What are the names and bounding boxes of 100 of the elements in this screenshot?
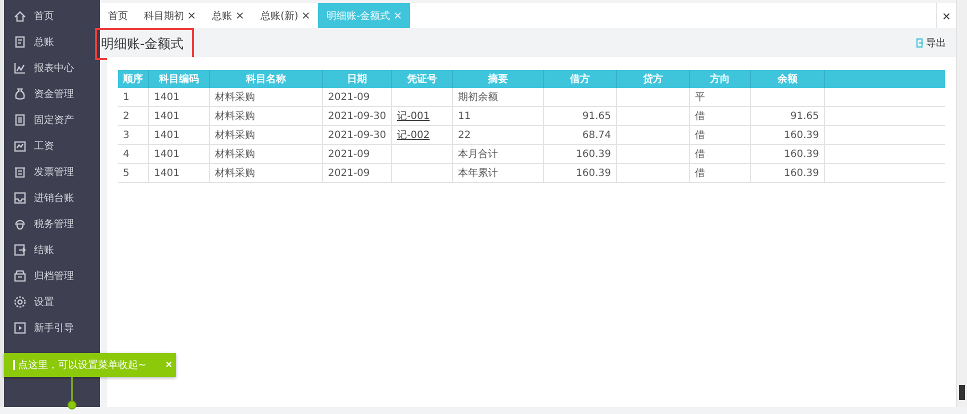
- table-cell: 91.65: [790, 110, 819, 122]
- sidebar-item[interactable]: 税务管理: [4, 211, 100, 237]
- sidebar-item-label[interactable]: 结账: [34, 243, 54, 257]
- table-cell: 160.39: [784, 168, 819, 178]
- table-cell: 91.65: [582, 110, 611, 122]
- inbox-icon: [13, 191, 27, 205]
- ledger-icon: [13, 35, 27, 49]
- sidebar-item[interactable]: 设置: [4, 289, 100, 315]
- checkout-icon: [13, 243, 27, 257]
- archive-icon: [13, 269, 27, 283]
- column-header: 余额: [750, 70, 824, 88]
- sidebar-item-label[interactable]: 首页: [34, 9, 54, 23]
- table-cell: 4: [123, 148, 130, 160]
- column-header: 凭证号: [392, 70, 452, 88]
- sidebar-item-label[interactable]: 发票管理: [34, 165, 74, 179]
- sidebar-item[interactable]: 进销台账: [4, 185, 100, 211]
- play-icon: [13, 321, 27, 335]
- table-cell: 材料采购: [215, 168, 255, 179]
- tab[interactable]: 总账 ×: [204, 3, 252, 28]
- invoice-icon: [13, 165, 27, 179]
- scrollbar-thumb[interactable]: [959, 385, 965, 400]
- scrollbar[interactable]: [956, 0, 967, 407]
- table-cell: 借: [695, 111, 705, 122]
- tab[interactable]: 科目期初 ×: [136, 3, 204, 28]
- table-cell: 期初余额: [458, 92, 498, 103]
- tooltip-marker: [13, 360, 15, 370]
- sidebar-item[interactable]: 归档管理: [4, 263, 100, 289]
- table-cell: 借: [695, 130, 705, 141]
- sidebar-item[interactable]: 工资: [4, 133, 100, 159]
- table-cell: 160.39: [784, 148, 819, 160]
- money-bag-icon: [13, 87, 27, 101]
- export-link[interactable]: 导出: [915, 36, 946, 50]
- column-header: 顺序: [118, 70, 148, 88]
- sidebar-item-label[interactable]: 设置: [34, 295, 54, 309]
- table-cell: 5: [123, 168, 130, 178]
- table-cell: 2021-09: [328, 168, 370, 178]
- table-cell: 材料采购: [215, 92, 255, 103]
- voucher-link[interactable]: 记-002: [397, 130, 430, 141]
- tab-label[interactable]: 总账: [212, 8, 232, 22]
- sidebar-item-label[interactable]: 报表中心: [34, 61, 74, 75]
- sidebar-item-label[interactable]: 固定资产: [34, 113, 74, 127]
- gear-icon: [13, 295, 27, 309]
- sidebar-item-label[interactable]: 总账: [34, 35, 54, 49]
- table-cell: 2021-09: [328, 92, 370, 102]
- sidebar-item[interactable]: 固定资产: [4, 107, 100, 133]
- table-cell: 1401: [154, 92, 180, 102]
- table-cell: 2021-09-30: [328, 130, 386, 140]
- sidebar-item[interactable]: 新手引导: [4, 315, 100, 341]
- table-cell: 1401: [154, 168, 180, 178]
- table-cell: 22: [458, 130, 471, 140]
- column-header: 科目编码: [148, 70, 210, 88]
- table-cell: 68.74: [582, 130, 611, 140]
- sidebar-item[interactable]: 首页: [4, 3, 100, 29]
- tooltip-text: 点这里，可以设置菜单收起~: [18, 358, 146, 372]
- sidebar-item-label[interactable]: 工资: [34, 139, 54, 153]
- table-cell: 材料采购: [215, 130, 255, 141]
- table-cell: 2021-09: [328, 148, 370, 160]
- column-header: 科目名称: [210, 70, 322, 88]
- table-cell: 借: [695, 168, 705, 179]
- export-icon: [915, 38, 924, 48]
- voucher-link[interactable]: 记-001: [397, 111, 430, 122]
- table-cell: 160.39: [576, 168, 611, 178]
- column-header: 贷方: [616, 70, 690, 88]
- table-cell: 1401: [154, 110, 180, 122]
- table-cell: 本月合计: [458, 149, 498, 160]
- table-cell: 1401: [154, 130, 180, 140]
- sidebar-item[interactable]: 发票管理: [4, 159, 100, 185]
- tab-close-button[interactable]: ×: [301, 9, 310, 22]
- sidebar-item[interactable]: 结账: [4, 237, 100, 263]
- sidebar-item-label[interactable]: 资金管理: [34, 87, 74, 101]
- table-cell: 160.39: [784, 130, 819, 140]
- table-cell: 2: [123, 110, 130, 122]
- column-header: 摘要: [452, 70, 544, 88]
- table-cell: 本年累计: [458, 168, 498, 179]
- tab[interactable]: 首页: [100, 3, 136, 28]
- table-cell: 1401: [154, 148, 180, 160]
- table-cell: 材料采购: [215, 149, 255, 160]
- tab[interactable]: 总账(新) ×: [252, 3, 318, 28]
- table-cell: 平: [695, 92, 705, 103]
- table-cell: 2021-09-30: [328, 110, 386, 122]
- sidebar-item-label[interactable]: 进销台账: [34, 191, 74, 205]
- tab-close-button[interactable]: ×: [187, 9, 196, 22]
- sidebar-item[interactable]: 资金管理: [4, 81, 100, 107]
- column-header: 方向: [690, 70, 750, 88]
- table-cell: 1: [123, 92, 130, 102]
- sidebar-item-label[interactable]: 税务管理: [34, 217, 74, 231]
- table-cell: 3: [123, 130, 130, 140]
- tab-label[interactable]: 科目期初: [144, 8, 184, 22]
- tab-label[interactable]: 首页: [108, 8, 128, 22]
- sidebar-item-label[interactable]: 新手引导: [34, 321, 74, 335]
- tab-label[interactable]: 总账(新): [260, 8, 298, 22]
- table-cell: 11: [458, 110, 471, 122]
- table-cell: 借: [695, 149, 705, 160]
- column-header: 借方: [544, 70, 616, 88]
- sidebar-item-label[interactable]: 归档管理: [34, 269, 74, 283]
- column-header: 日期: [322, 70, 392, 88]
- home-icon: [13, 9, 27, 23]
- table-cell: 160.39: [576, 148, 611, 160]
- chart-icon: [13, 61, 27, 75]
- tab-close-button[interactable]: ×: [235, 9, 244, 22]
